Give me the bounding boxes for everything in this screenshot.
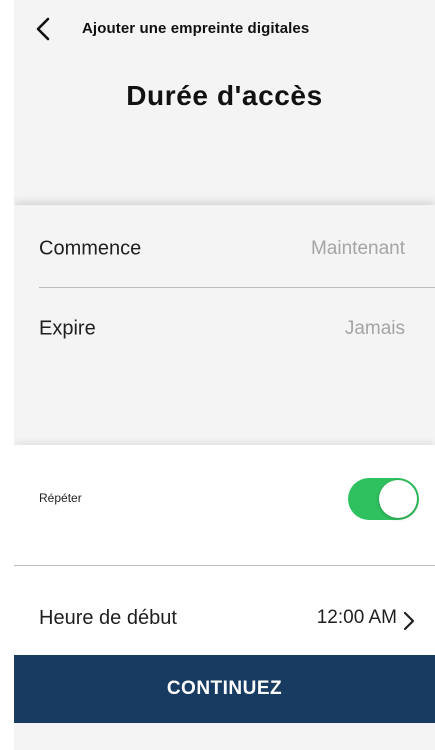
screen: Ajouter une empreinte digitales Durée d'… [14,0,435,750]
chevron-right-icon [403,611,415,631]
expires-label: Expire [39,317,96,340]
starts-label: Commence [39,237,142,260]
start-time-row[interactable]: Heure de début 12:00 AM [14,595,435,645]
chevron-left-icon [36,17,50,41]
header: Ajouter une empreinte digitales Durée d'… [14,0,435,150]
starts-value: Maintenant [310,238,405,259]
bottom-band [14,723,435,750]
access-card: Commence Maintenant Expire Jamais [14,205,435,369]
start-time-value: 12:00 AM [316,607,397,628]
expires-value: Jamais [344,318,405,339]
continue-button[interactable]: CONTINUEZ [14,655,435,723]
back-button[interactable] [32,16,56,42]
page-title: Durée d'accès [126,80,323,111]
header-title: Ajouter une empreinte digitales [82,20,310,37]
spacer [14,369,435,445]
schedule-section: Répéter Heure de début 12:00 AM [14,445,435,655]
row-divider [39,287,435,288]
expires-row[interactable]: Expire Jamais [14,289,435,369]
repeat-label: Répéter [39,491,82,505]
toggle-knob [379,480,417,518]
starts-row[interactable]: Commence Maintenant [14,209,435,289]
start-time-label: Heure de début [39,607,177,629]
section-divider [14,565,435,566]
repeat-toggle[interactable] [348,478,419,520]
